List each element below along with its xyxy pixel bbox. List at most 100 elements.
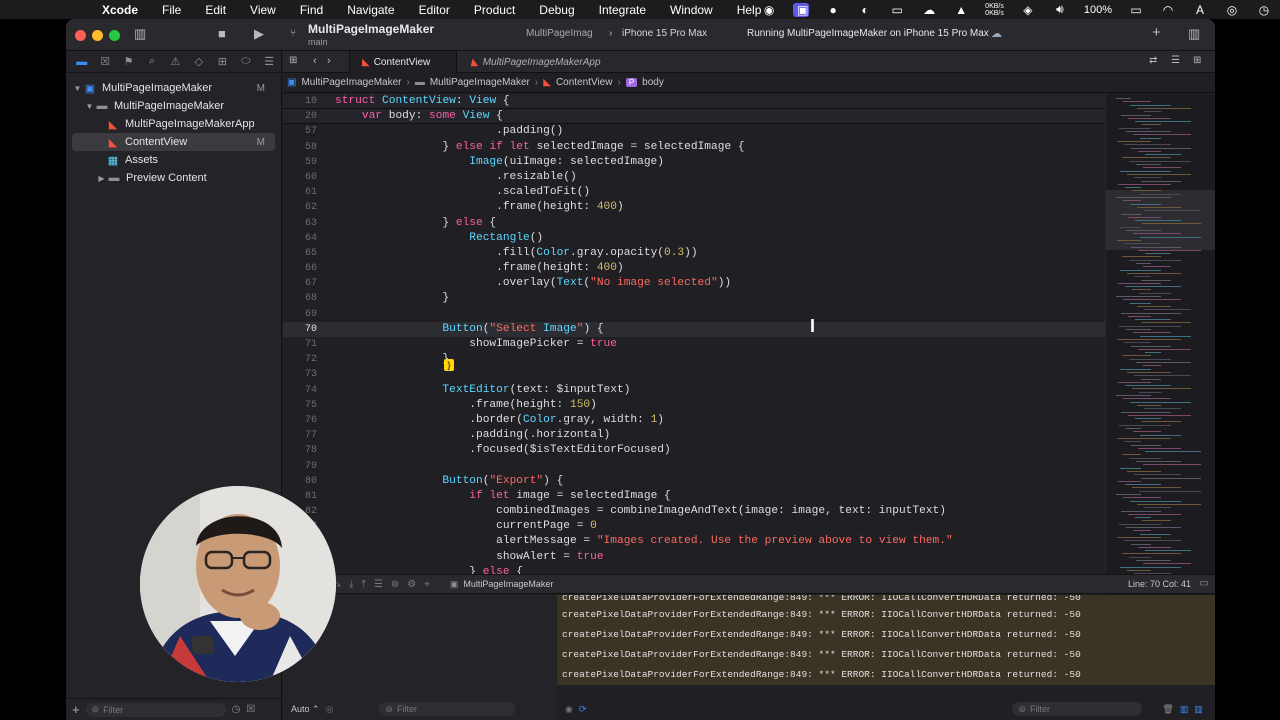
test-icon[interactable]: ◇ (187, 55, 210, 68)
debug-area-toggle-icon[interactable]: ▭ (1200, 578, 1209, 589)
debug-target[interactable]: ▣ MultiPageImageMaker (450, 579, 554, 590)
editor-options-icon[interactable]: ☰ (1171, 55, 1180, 66)
console-only-icon[interactable]: ▥ (1194, 704, 1203, 715)
code-line[interactable]: 58 } else if let selectedImage = selecte… (283, 140, 1105, 155)
step-out-icon[interactable]: ⤒ (361, 579, 365, 590)
code-line[interactable]: 65 .fill(Color.gray.opacity(0.3)) (283, 246, 1105, 261)
breakpoint-icon[interactable]: ⬭ (234, 55, 257, 68)
console-filter-input[interactable]: ⊜ Filter (1012, 702, 1143, 716)
tree-item-preview-content[interactable]: ▶ ▬ Preview Content (66, 169, 281, 187)
line-number[interactable]: 57 (283, 124, 317, 139)
menu-product[interactable]: Product (474, 3, 515, 17)
code-line[interactable]: 74 TextEditor(text: $inputText) (283, 383, 1105, 398)
line-number[interactable]: 72 (283, 352, 317, 367)
run-icon[interactable]: ▶ (254, 26, 264, 42)
scheme-selector[interactable]: MultiPageImag (526, 28, 593, 39)
line-number[interactable]: 78 (283, 443, 317, 458)
line-number[interactable]: 76 (283, 413, 317, 428)
split-editor-icon[interactable]: ⊞ (1193, 55, 1201, 66)
volume-icon[interactable]: 🔊︎ (1052, 2, 1068, 17)
code-line[interactable]: 73 (283, 367, 1105, 382)
line-number[interactable]: 73 (283, 367, 317, 382)
code-line[interactable]: 62 .frame(height: 400) (283, 200, 1105, 215)
line-number[interactable]: 71 (283, 337, 317, 352)
code-line[interactable]: 20 var body: some View { (283, 109, 1105, 125)
code-line[interactable]: 76 .border(Color.gray, width: 1) (283, 413, 1105, 428)
jumpbar-item[interactable]: MultiPageImageMaker (301, 77, 401, 88)
line-number[interactable]: 20 (283, 109, 317, 124)
menu-file[interactable]: File (162, 3, 181, 17)
console[interactable]: createPixelDataProviderForExtendedRange:… (557, 595, 1215, 720)
step-into-icon[interactable]: ⤓ (349, 579, 353, 590)
line-number[interactable]: 64 (283, 231, 317, 246)
code-line[interactable]: 70 Button("Select Image") { (283, 321, 1105, 337)
source-control-icon[interactable]: ☒ (93, 55, 116, 68)
line-number[interactable]: 77 (283, 428, 317, 443)
simulate-location-icon[interactable]: ⌖ (424, 579, 430, 590)
disclosure-open-icon[interactable]: ▼ (84, 102, 95, 111)
menu-edit[interactable]: Edit (205, 3, 226, 17)
code-line[interactable]: 84 alertMessage = "Images created. Use t… (283, 534, 1105, 549)
user-icon[interactable]: ◎ (1224, 3, 1240, 17)
input-source-icon[interactable]: A (1192, 3, 1208, 17)
menu-editor[interactable]: Editor (419, 3, 450, 17)
line-number[interactable]: 75 (283, 398, 317, 413)
code-line[interactable]: 80 Button("Export") { (283, 474, 1105, 489)
warning-icon[interactable]: ⚠ (164, 55, 187, 68)
screen-record-icon[interactable]: ▣ (793, 2, 810, 17)
output-type-icon[interactable]: ⟳ (579, 704, 587, 715)
cat-icon[interactable]: ▲ (953, 3, 969, 17)
window-icon[interactable]: ▭ (889, 3, 905, 17)
line-number[interactable]: 80 (283, 474, 317, 489)
line-number[interactable]: 66 (283, 261, 317, 276)
line-number[interactable]: 62 (283, 200, 317, 215)
code-line[interactable]: 83 currentPage = 0 (283, 519, 1105, 534)
line-number[interactable]: 79 (283, 459, 317, 474)
menu-help[interactable]: Help (737, 3, 762, 17)
menu-integrate[interactable]: Integrate (599, 3, 646, 17)
navigator-filter-input[interactable]: ⊜ Filter (85, 702, 226, 717)
line-number[interactable]: 74 (283, 383, 317, 398)
back-icon[interactable]: ‹ (313, 55, 317, 67)
refresh-icon[interactable]: ⇄ (1149, 55, 1157, 66)
line-number[interactable]: 61 (283, 185, 317, 200)
code-line[interactable]: 71 showImagePicker = true (283, 337, 1105, 352)
menu-view[interactable]: View (250, 3, 276, 17)
forward-icon[interactable]: › (327, 55, 331, 67)
stop-icon[interactable]: ■ (218, 26, 226, 41)
folder-icon[interactable]: ▬ (70, 56, 93, 68)
wifi-icon[interactable]: ◠ (1160, 3, 1176, 17)
line-number[interactable]: 10 (283, 94, 317, 109)
add-icon[interactable]: + (72, 702, 80, 717)
code-line[interactable]: 67 .overlay(Text("No image selected")) (283, 276, 1105, 291)
arc-icon[interactable]: ◐ (857, 3, 873, 17)
code-line[interactable]: 78 .focused($isTextEditorFocused) (283, 443, 1105, 458)
report-icon[interactable]: ☰ (258, 55, 281, 68)
line-number[interactable]: 67 (283, 276, 317, 291)
inspector-toggle-icon[interactable]: ▥ (1188, 26, 1200, 42)
code-line[interactable]: 61 .scaledToFit() (283, 185, 1105, 200)
code-line[interactable]: 57 .padding() (283, 124, 1105, 139)
menu-debug[interactable]: Debug (539, 3, 574, 17)
recent-files-icon[interactable]: ◷ (232, 704, 241, 715)
code-line[interactable]: 82 combinedImages = combineImageAndText(… (283, 504, 1105, 519)
code-line[interactable]: 64 Rectangle() (283, 231, 1105, 246)
minimize-window-button[interactable] (92, 30, 103, 41)
menu-navigate[interactable]: Navigate (347, 3, 394, 17)
disclosure-open-icon[interactable]: ▼ (72, 84, 83, 93)
disclosure-closed-icon[interactable]: ▶ (96, 174, 107, 183)
view-debugger-icon[interactable]: ☰ (374, 579, 383, 590)
environment-icon[interactable]: ⚙ (407, 579, 416, 590)
record-icon[interactable]: ● (825, 3, 841, 17)
search-icon[interactable]: ⌕ (140, 55, 163, 68)
line-number[interactable]: 69 (283, 307, 317, 322)
clock-icon[interactable]: ◷ (1256, 3, 1272, 17)
jumpbar-item[interactable]: body (642, 77, 664, 88)
battery-icon[interactable]: ▭ (1128, 3, 1144, 17)
close-window-button[interactable] (75, 30, 86, 41)
code-line[interactable]: 79 (283, 459, 1105, 474)
add-icon[interactable]: + (1152, 24, 1161, 41)
tree-item-group[interactable]: ▼ ▬ MultiPageImageMaker (66, 97, 281, 115)
grid-icon[interactable]: ⊞ (289, 55, 297, 66)
jumpbar-item[interactable]: MultiPageImageMaker (430, 77, 530, 88)
